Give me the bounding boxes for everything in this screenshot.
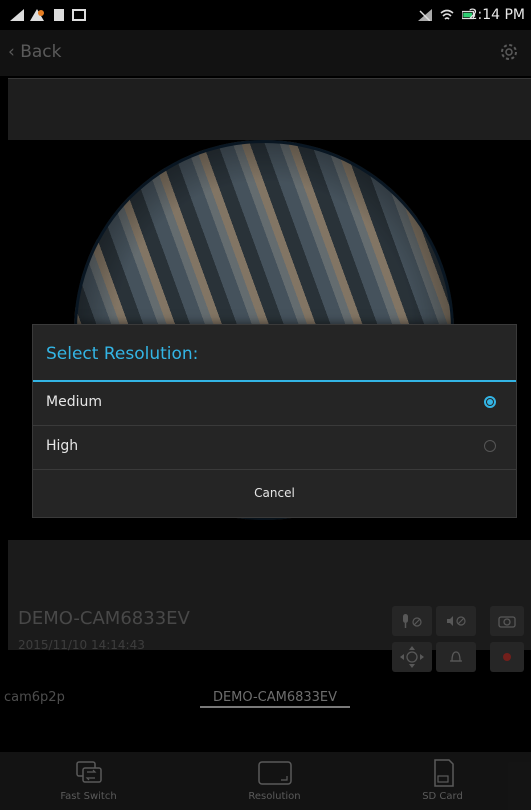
status-time: 2:14 PM <box>468 7 525 23</box>
window-icon <box>72 9 86 21</box>
wifi-icon <box>440 9 454 20</box>
option-label: Medium <box>46 394 102 410</box>
notification-icon <box>30 9 44 21</box>
dialog-title: Select Resolution: <box>46 344 199 364</box>
radio-unselected-icon[interactable] <box>484 440 496 452</box>
option-label: High <box>46 438 79 454</box>
no-sim-icon <box>418 9 432 21</box>
resolution-dialog: Select Resolution: Medium High Cancel <box>32 324 517 518</box>
file-icon <box>54 9 64 21</box>
status-bar: 2:14 PM <box>0 0 531 30</box>
signal-icon <box>10 9 24 21</box>
resolution-option-medium[interactable]: Medium <box>33 382 516 425</box>
cancel-button[interactable]: Cancel <box>33 470 516 516</box>
radio-selected-icon[interactable] <box>484 396 496 408</box>
resolution-option-high[interactable]: High <box>33 426 516 469</box>
